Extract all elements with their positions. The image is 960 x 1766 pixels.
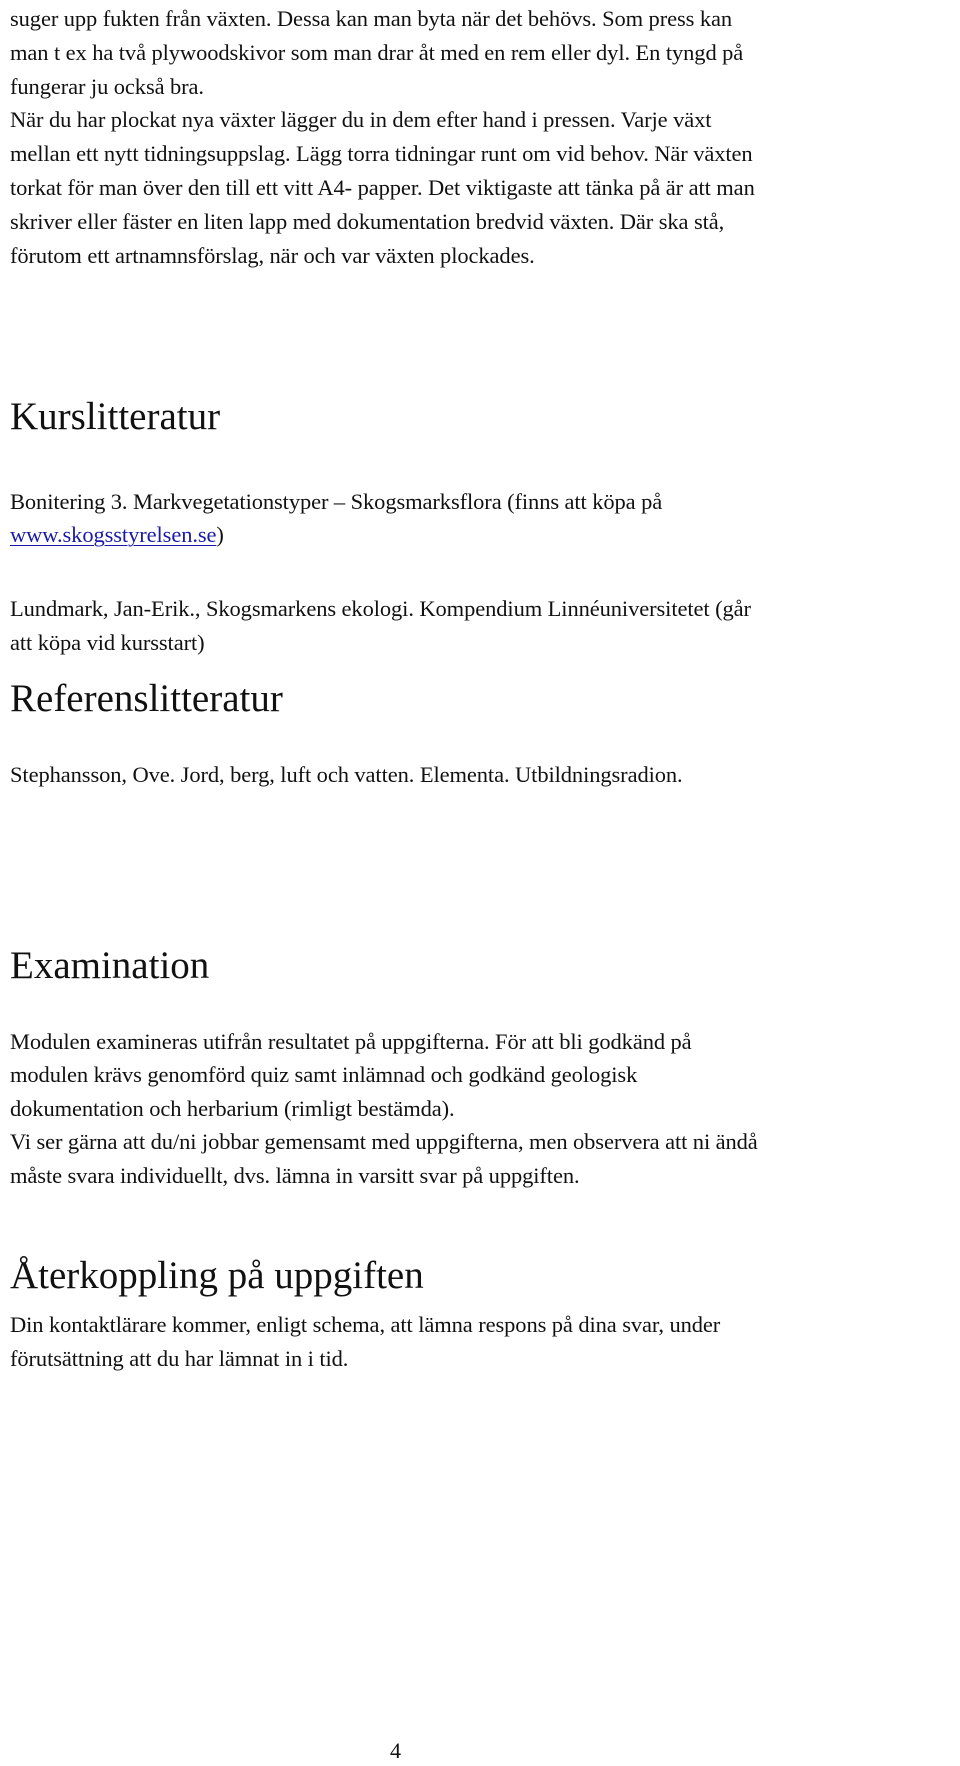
text-line: dokumentation och herbarium (rimligt bes… <box>10 1096 455 1121</box>
kurslitteratur-item-1-line-1: Bonitering 3. Markvegetationstyper – Sko… <box>10 489 663 514</box>
page-number: 4 <box>390 1738 401 1763</box>
text-line: torkat för man över den till ett vitt A4… <box>10 175 755 200</box>
aterkoppling-heading: Återkoppling på uppgiften <box>10 1254 424 1297</box>
text-line: skriver eller fäster en liten lapp med d… <box>10 209 725 234</box>
text-line: mellan ett nytt tidningsuppslag. Lägg to… <box>10 141 753 166</box>
referenslitteratur-heading: Referenslitteratur <box>10 677 283 720</box>
text-line: man t ex ha två plywoodskivor som man dr… <box>10 40 744 65</box>
text-line: Din kontaktlärare kommer, enligt schema,… <box>10 1312 721 1337</box>
text-line: förutsättning att du har lämnat in i tid… <box>10 1346 349 1371</box>
closing-paren: ) <box>216 522 224 547</box>
skogsstyrelsen-link[interactable]: www.skogsstyrelsen.se <box>10 522 217 547</box>
text-line: Modulen examineras utifrån resultatet på… <box>10 1029 692 1054</box>
text-line: suger upp fukten från växten. Dessa kan … <box>10 6 733 31</box>
kurslitteratur-item-2-line-1: Lundmark, Jan-Erik., Skogsmarkens ekolog… <box>10 596 751 621</box>
text-line: modulen krävs genomförd quiz samt inlämn… <box>10 1062 638 1087</box>
text-line: När du har plockat nya växter lägger du … <box>10 107 712 132</box>
text-line: Vi ser gärna att du/ni jobbar gemensamt … <box>10 1129 758 1154</box>
kurslitteratur-item-1-line-2: www.skogsstyrelsen.se) <box>10 518 224 552</box>
text-line: förutom ett artnamnsförslag, när och var… <box>10 243 535 268</box>
kurslitteratur-heading: Kurslitteratur <box>10 395 221 438</box>
referenslitteratur-item-1: Stephansson, Ove. Jord, berg, luft och v… <box>10 762 683 787</box>
examination-heading: Examination <box>10 944 210 987</box>
text-line: fungerar ju också bra. <box>10 74 204 99</box>
kurslitteratur-item-2-line-2: att köpa vid kursstart) <box>10 630 205 655</box>
text-line: måste svara individuellt, dvs. lämna in … <box>10 1163 580 1188</box>
